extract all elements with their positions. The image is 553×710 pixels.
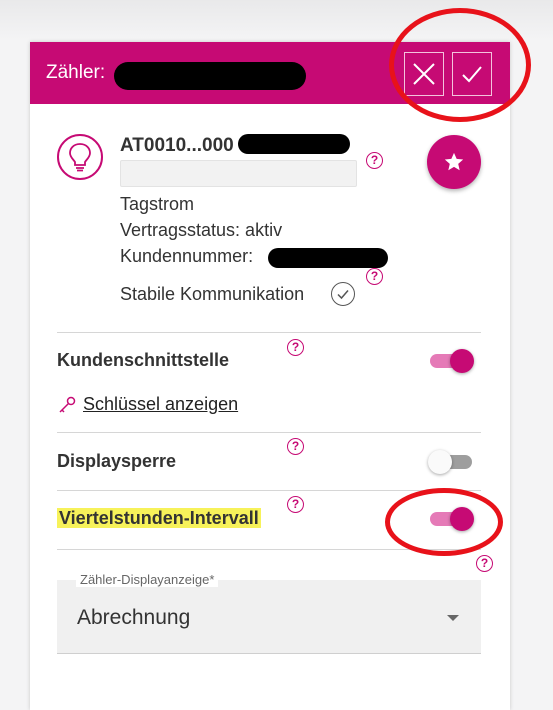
help-icon-customer[interactable]: ? [366,268,383,285]
display-select-value: Abrechnung [77,606,191,629]
customer-interface-label: Kundenschnittstelle [57,350,230,370]
dropdown-arrow-icon [447,615,459,621]
divider [57,432,481,433]
quarter-hour-interval-label: Viertelstunden-Intervall [57,508,261,529]
display-select-label: Zähler-Displayanzeige* [76,572,219,587]
lightbulb-icon [69,143,91,172]
customer-number-label: Kundennummer: [120,246,254,266]
key-icon [59,396,76,413]
toggle-knob [428,450,452,474]
meter-id: AT0010...000 [120,135,234,156]
meter-detail-card: Zähler: AT0010...000 ? Tagstrom Vertrags… [30,42,510,710]
communication-text: Stabile Kommunikation [120,284,305,304]
redacted-meter-id [238,134,350,154]
meter-alias-field[interactable] [120,160,357,187]
divider [57,332,481,333]
show-key-link-text[interactable]: Schlüssel anzeigen [83,394,238,415]
contract-status-text: Vertragsstatus: aktiv [120,220,283,240]
star-icon [444,152,464,171]
meter-avatar [57,134,103,180]
redacted-customer-number [268,248,388,268]
annotation-circle-header-buttons [389,8,531,122]
communication-status-icon [331,282,355,306]
help-icon-customer-interface[interactable]: ? [287,339,304,356]
display-lock-toggle[interactable] [428,450,474,474]
header-title: Zähler: [46,62,106,83]
help-icon-meter[interactable]: ? [366,152,383,169]
annotation-circle-interval-toggle [385,488,503,556]
redacted-meter-name [114,62,306,90]
help-icon-interval[interactable]: ? [287,496,304,513]
favorite-button[interactable] [427,135,481,189]
customer-interface-toggle[interactable] [428,349,474,373]
display-lock-label: Displaysperre [57,451,177,471]
help-icon-display-select[interactable]: ? [476,555,493,572]
toggle-knob [450,349,474,373]
display-select[interactable]: Abrechnung [57,580,481,654]
highlighted-text: Viertelstunden-Intervall [57,508,261,528]
tariff-text: Tagstrom [120,194,195,214]
help-icon-display-lock[interactable]: ? [287,438,304,455]
show-key-link[interactable]: Schlüssel anzeigen [57,394,238,415]
check-icon [337,290,349,300]
